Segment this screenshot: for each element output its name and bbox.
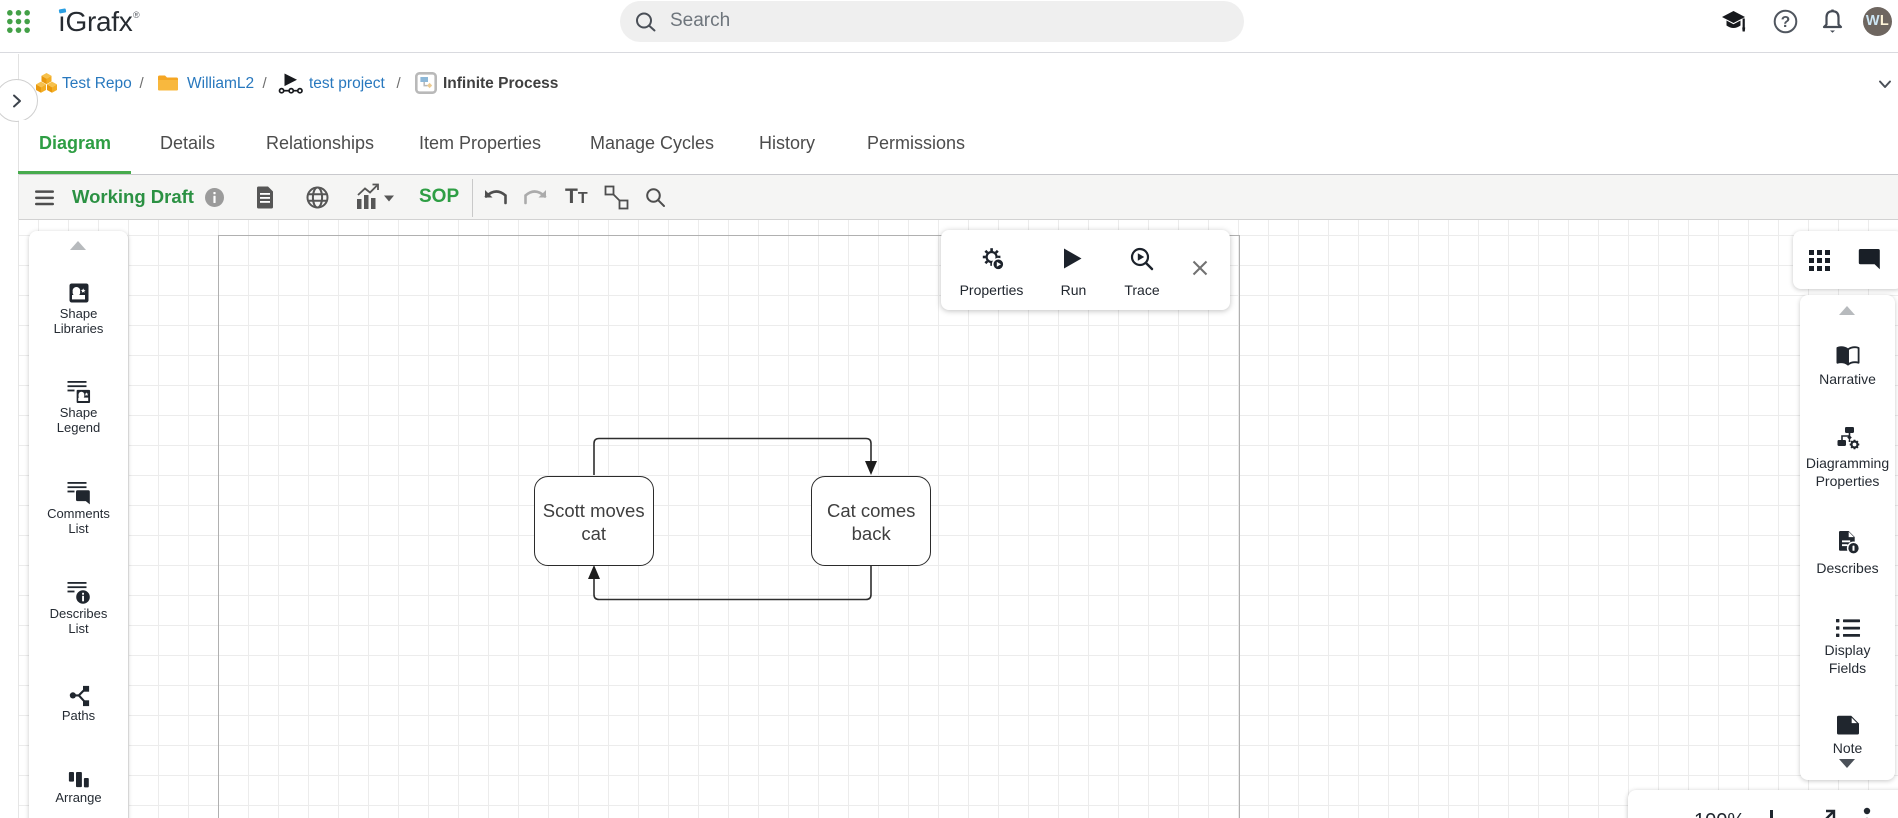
svg-text:?: ? (1781, 14, 1790, 31)
